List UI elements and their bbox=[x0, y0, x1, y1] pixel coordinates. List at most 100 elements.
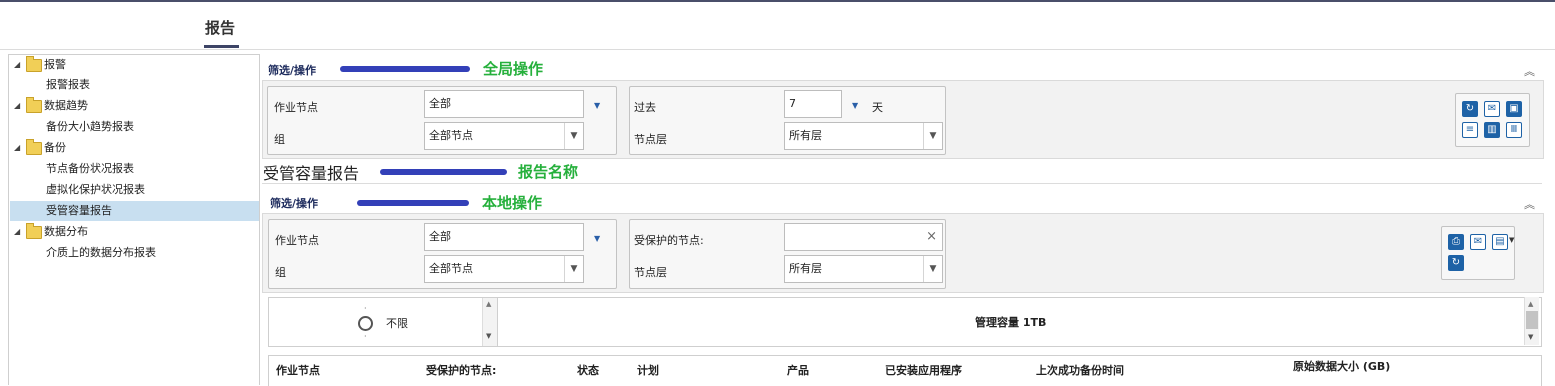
folder-icon bbox=[26, 139, 42, 155]
scroll-down-icon[interactable]: ▼ bbox=[1528, 333, 1533, 341]
local-toolbar: ⎙ ✉ ▤ ▼ ↻ bbox=[1441, 226, 1515, 280]
page-title-underline bbox=[204, 45, 239, 48]
folder-icon bbox=[26, 97, 42, 113]
global-section-title: 筛选/操作 bbox=[268, 64, 317, 77]
clear-icon[interactable]: × bbox=[926, 224, 937, 250]
layer-value: 所有层 bbox=[789, 262, 822, 275]
global-filter-box-left: 作业节点 全部 ▼ 组 全部节点 ▼ bbox=[267, 86, 617, 155]
expand-arrow-icon[interactable]: ◢ bbox=[14, 55, 20, 75]
tree-item-managed-capacity[interactable]: 受管容量报告 bbox=[10, 201, 259, 221]
local-filter-panel: 作业节点 全部 ▼ 组 全部节点 ▼ 受保护的节点: × 节点层 所有层 ▼ ⎙ ✉… bbox=[262, 213, 1544, 293]
page-scrollbar[interactable]: ▲ ▼ bbox=[1524, 297, 1539, 345]
layout-columns-icon[interactable]: ▥ bbox=[1484, 122, 1500, 138]
days-unit: 天 bbox=[872, 101, 883, 114]
tree-group-label: 备份 bbox=[44, 141, 66, 154]
group-value: 全部节点 bbox=[429, 129, 473, 142]
col-header-status[interactable]: 状态 bbox=[577, 362, 599, 378]
tree-item-virtualization-status[interactable]: 虚拟化保护状况报表 bbox=[46, 180, 145, 200]
export-icon[interactable]: ▣ bbox=[1506, 101, 1522, 117]
print-icon[interactable]: ⎙ bbox=[1448, 234, 1464, 250]
col-header-schedule[interactable]: 计划 bbox=[637, 362, 659, 378]
dropdown-button[interactable]: ▼ bbox=[923, 256, 942, 282]
expand-arrow-icon[interactable]: ◢ bbox=[14, 222, 20, 242]
layer-value: 所有层 bbox=[789, 129, 822, 142]
protected-node-input[interactable]: × bbox=[784, 223, 943, 251]
header-separator bbox=[0, 49, 1555, 50]
divider bbox=[262, 183, 1542, 184]
radio-button[interactable] bbox=[358, 316, 373, 331]
chevron-down-icon[interactable]: ▼ bbox=[594, 234, 600, 243]
col-header-raw-size[interactable]: 原始数据大小 (GB) bbox=[1293, 358, 1390, 374]
expand-arrow-icon[interactable]: ◢ bbox=[14, 96, 20, 116]
global-filter-box-right: 过去 7 ▼ 天 节点层 所有层 ▼ bbox=[629, 86, 946, 155]
capacity-area: · 不限 · ▲ ▼ 管理容量 1TB bbox=[268, 297, 1542, 347]
node-select[interactable]: 全部 bbox=[424, 223, 584, 251]
group-label: 组 bbox=[275, 266, 286, 279]
scroll-up-icon[interactable]: ▲ bbox=[486, 300, 491, 308]
annotation-bar bbox=[340, 66, 470, 72]
node-label: 作业节点 bbox=[274, 101, 318, 114]
dropdown-button[interactable]: ▼ bbox=[564, 123, 583, 149]
collapse-icon[interactable]: ︽ bbox=[1524, 196, 1535, 212]
tree-group-label: 数据分布 bbox=[44, 225, 88, 238]
top-border bbox=[0, 0, 1555, 2]
tree-item-backup-size-trend[interactable]: 备份大小趋势报表 bbox=[46, 117, 134, 137]
local-filter-box-right: 受保护的节点: × 节点层 所有层 ▼ bbox=[629, 219, 946, 289]
refresh-icon[interactable]: ↻ bbox=[1448, 255, 1464, 271]
email-icon[interactable]: ✉ bbox=[1470, 234, 1486, 250]
dot: · bbox=[364, 304, 367, 313]
layout-grid-icon[interactable]: Ⅲ bbox=[1506, 122, 1522, 138]
node-label: 作业节点 bbox=[275, 234, 319, 247]
past-days-input[interactable]: 7 bbox=[784, 90, 842, 118]
tree-item-alert-report[interactable]: 报警报表 bbox=[46, 75, 90, 95]
scroll-down-icon[interactable]: ▼ bbox=[486, 332, 491, 340]
col-header-installed-apps[interactable]: 已安装应用程序 bbox=[885, 362, 962, 378]
scroll-thumb[interactable] bbox=[1526, 311, 1538, 329]
chevron-down-icon[interactable]: ▼ bbox=[1509, 236, 1514, 244]
layer-select[interactable]: 所有层 ▼ bbox=[784, 255, 943, 283]
annotation-bar bbox=[380, 169, 507, 175]
expand-arrow-icon[interactable]: ◢ bbox=[14, 138, 20, 158]
local-annotation: 本地操作 bbox=[482, 194, 543, 212]
layer-label: 节点层 bbox=[634, 133, 667, 146]
collapse-icon[interactable]: ︽ bbox=[1524, 63, 1535, 79]
group-label: 组 bbox=[274, 133, 285, 146]
group-select[interactable]: 全部节点 ▼ bbox=[424, 255, 584, 283]
col-header-protected-node[interactable]: 受保护的节点: bbox=[426, 362, 496, 378]
tree-item-media-distribution[interactable]: 介质上的数据分布报表 bbox=[46, 243, 156, 263]
global-filter-panel: 作业节点 全部 ▼ 组 全部节点 ▼ 过去 7 ▼ 天 节点层 所有层 ▼ ↻ ✉ … bbox=[262, 80, 1544, 159]
tree-group-label: 数据趋势 bbox=[44, 99, 88, 112]
radio-label: 不限 bbox=[386, 317, 408, 330]
layer-label: 节点层 bbox=[634, 266, 667, 279]
refresh-icon[interactable]: ↻ bbox=[1462, 101, 1478, 117]
dropdown-button[interactable]: ▼ bbox=[923, 123, 942, 149]
folder-icon bbox=[26, 56, 42, 72]
layer-select[interactable]: 所有层 ▼ bbox=[784, 122, 943, 150]
global-toolbar: ↻ ✉ ▣ ≡ ▥ Ⅲ bbox=[1455, 93, 1530, 147]
protected-node-label: 受保护的节点: bbox=[634, 234, 704, 247]
tree-group-label: 报警 bbox=[44, 58, 66, 71]
report-tree: ◢ 报警 报警报表 ◢ 数据趋势 备份大小趋势报表 ◢ 备份 节点备份状况报表 … bbox=[8, 54, 260, 385]
chevron-down-icon[interactable]: ▼ bbox=[594, 101, 600, 110]
group-select[interactable]: 全部节点 ▼ bbox=[424, 122, 584, 150]
col-header-last-backup[interactable]: 上次成功备份时间 bbox=[1036, 362, 1124, 378]
local-section-title: 筛选/操作 bbox=[270, 197, 319, 210]
email-icon[interactable]: ✉ bbox=[1484, 101, 1500, 117]
layout-list-icon[interactable]: ≡ bbox=[1462, 122, 1478, 138]
group-value: 全部节点 bbox=[429, 262, 473, 275]
annotation-bar bbox=[357, 200, 469, 206]
save-icon[interactable]: ▤ bbox=[1492, 234, 1508, 250]
scroll-up-icon[interactable]: ▲ bbox=[1528, 300, 1533, 308]
node-select[interactable]: 全部 bbox=[424, 90, 584, 118]
global-annotation: 全局操作 bbox=[483, 60, 544, 78]
chevron-down-icon[interactable]: ▼ bbox=[852, 101, 858, 110]
list-scrollbar[interactable]: ▲ ▼ bbox=[482, 298, 497, 346]
col-header-product[interactable]: 产品 bbox=[787, 362, 809, 378]
report-annotation: 报告名称 bbox=[518, 163, 579, 181]
tree-item-node-backup-status[interactable]: 节点备份状况报表 bbox=[46, 159, 134, 179]
col-header-node[interactable]: 作业节点 bbox=[276, 362, 320, 378]
report-name: 受管容量报告 bbox=[263, 164, 360, 183]
page-title: 报告 bbox=[205, 19, 236, 37]
dropdown-button[interactable]: ▼ bbox=[564, 256, 583, 282]
capacity-filter-list: · 不限 · ▲ ▼ bbox=[269, 298, 498, 346]
